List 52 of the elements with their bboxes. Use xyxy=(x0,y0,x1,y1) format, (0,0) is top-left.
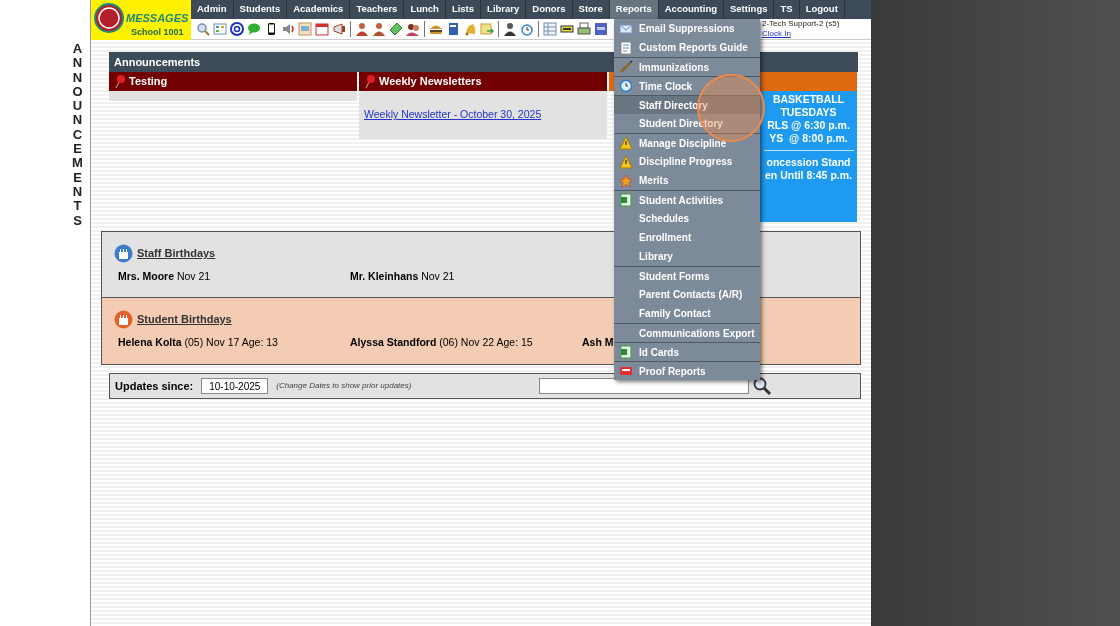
menu-item[interactable]: Family Contact xyxy=(614,304,760,323)
nav-tab[interactable]: Students xyxy=(233,0,288,19)
nav-tab[interactable]: Reports xyxy=(609,0,659,19)
menu-item[interactable]: Id Cards xyxy=(614,342,760,361)
nav-tab[interactable]: Library xyxy=(481,0,527,19)
column-title: Weekly Newsletters xyxy=(379,74,482,90)
nav-tab[interactable]: Admin xyxy=(191,0,234,19)
nav-tab[interactable]: Teachers xyxy=(350,0,405,19)
menu-item[interactable]: Library xyxy=(614,247,760,266)
column-title: Testing xyxy=(129,74,168,90)
nav-tab[interactable]: Lunch xyxy=(404,0,446,19)
menu-item[interactable]: Discipline Progress xyxy=(614,152,760,171)
date-field[interactable]: 10-10-2025 xyxy=(201,378,269,394)
staff-birthdays-link[interactable]: Staff Birthdays xyxy=(137,245,216,262)
nav-tab[interactable]: Academics xyxy=(287,0,351,19)
birthday-entry: Mr. Kleinhans Nov 21 xyxy=(350,269,456,284)
user-name: 2-Tech Support-2 (s5) xyxy=(762,18,840,29)
poster-text: RLS @ 6:30 p.m. xyxy=(767,119,850,132)
logo[interactable]: MESSAGES School 1001 xyxy=(91,0,191,40)
hint-text: (Change Dates to show prior updates) xyxy=(276,380,412,392)
menu-item[interactable]: Parent Contacts (A/R) xyxy=(614,285,760,304)
menu-item[interactable]: Manage Discipline xyxy=(614,133,760,152)
birthday-entry: Ash M xyxy=(582,335,615,350)
poster-text: YS @ 8:00 p.m. xyxy=(769,132,848,145)
nav-tab[interactable]: Store xyxy=(572,0,610,19)
menu-item[interactable]: Immunizations xyxy=(614,57,760,76)
side-label: ANNOUNCEMENTS xyxy=(71,42,84,230)
poster-text: TUESDAYS xyxy=(780,106,837,119)
menu-item[interactable]: Merits xyxy=(614,171,760,190)
menu-item[interactable]: Schedules xyxy=(614,209,760,228)
birthday-entry: Mrs. Moore Nov 21 xyxy=(118,269,212,284)
poster-text: BASKETBALL xyxy=(772,93,845,106)
menu-item[interactable]: Email Suppressions xyxy=(614,19,760,38)
nav-tab[interactable]: Logout xyxy=(799,0,845,19)
nav-tab[interactable]: Lists xyxy=(445,0,482,19)
menu-item[interactable]: Communications Export xyxy=(614,323,760,342)
newsletter-link[interactable]: Weekly Newsletter - October 30, 2025 xyxy=(364,107,542,123)
poster-text: oncession Stand xyxy=(766,156,851,169)
birthday-entry: Helena Kolta (05) Nov 17 Age: 13 xyxy=(118,335,279,350)
student-birthdays-link[interactable]: Student Birthdays xyxy=(137,311,232,328)
nav-tab[interactable]: Donors xyxy=(526,0,573,19)
clock-in-link[interactable]: Clock In xyxy=(762,28,840,39)
logo-text: MESSAGES xyxy=(126,12,189,24)
nav-tab[interactable]: TS xyxy=(774,0,800,19)
birthday-entry: Alyssa Standford (06) Nov 22 Age: 15 xyxy=(350,335,534,350)
updates-label: Updates since: xyxy=(115,378,194,394)
menu-item[interactable]: Proof Reports xyxy=(614,361,760,380)
menu-item[interactable]: Student Activities xyxy=(614,190,760,209)
poster-text: en Until 8:45 p.m. xyxy=(765,169,852,182)
menu-item[interactable]: Enrollment xyxy=(614,228,760,247)
school-name: School 1001 xyxy=(131,27,184,37)
menu-item[interactable]: Student Forms xyxy=(614,266,760,285)
